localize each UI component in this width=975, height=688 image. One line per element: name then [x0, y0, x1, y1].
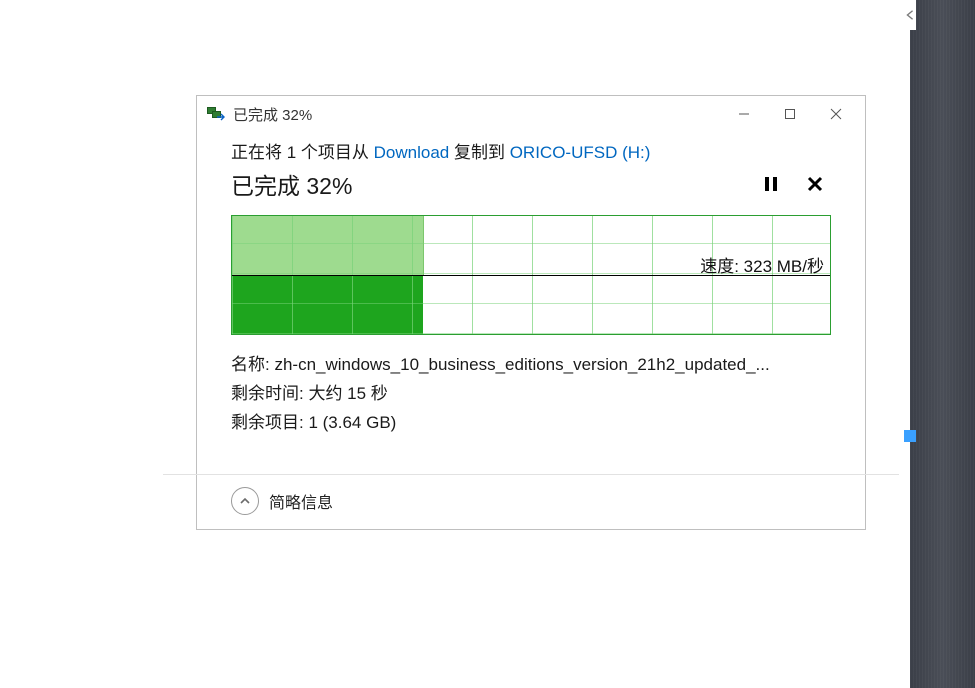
detail-time: 剩余时间: 大约 15 秒: [231, 380, 831, 409]
detail-time-label: 剩余时间:: [231, 384, 308, 403]
offscreen-blue-stub: [904, 430, 916, 442]
window-title: 已完成 32%: [233, 104, 312, 125]
maximize-button[interactable]: [767, 98, 813, 130]
copy-prefix: 正在将 1 个项目从: [231, 143, 374, 162]
detail-time-value: 大约 15 秒: [308, 384, 387, 403]
copy-mid: 复制到: [449, 143, 509, 162]
titlebar[interactable]: 已完成 32%: [197, 96, 865, 132]
footer: 简略信息: [197, 475, 865, 529]
detail-name-label: 名称:: [231, 355, 274, 374]
chevron-up-icon: [239, 495, 251, 507]
source-folder-link[interactable]: Download: [374, 143, 450, 162]
progress-controls: [761, 174, 831, 194]
pause-button[interactable]: [761, 174, 781, 194]
minimize-button[interactable]: [721, 98, 767, 130]
detail-name-value: zh-cn_windows_10_business_editions_versi…: [274, 355, 769, 374]
copy-progress-dialog: 已完成 32% 正在将 1 个项目从 Download 复制到 ORICO-UF…: [196, 95, 866, 530]
detail-items: 剩余项目: 1 (3.64 GB): [231, 409, 831, 438]
details-toggle-label[interactable]: 简略信息: [269, 489, 333, 513]
collapse-details-button[interactable]: [231, 487, 259, 515]
speed-label: 速度: 323 MB/秒: [700, 252, 824, 277]
detail-name: 名称: zh-cn_windows_10_business_editions_v…: [231, 351, 831, 380]
dialog-body: 正在将 1 个项目从 Download 复制到 ORICO-UFSD (H:) …: [197, 132, 865, 456]
background-texture: [910, 0, 975, 688]
details-block: 名称: zh-cn_windows_10_business_editions_v…: [231, 351, 831, 438]
detail-items-value: 1 (3.64 GB): [308, 413, 396, 432]
copy-description: 正在将 1 个项目从 Download 复制到 ORICO-UFSD (H:): [231, 138, 831, 163]
detail-items-label: 剩余项目:: [231, 413, 308, 432]
offscreen-arrow-stub: [904, 0, 916, 30]
page-background-strip: [910, 0, 975, 688]
dest-folder-link[interactable]: ORICO-UFSD (H:): [510, 143, 651, 162]
progress-status-text: 已完成 32%: [231, 167, 352, 201]
status-row: 已完成 32%: [231, 167, 831, 201]
copy-operation-icon: [207, 107, 225, 121]
close-button[interactable]: [813, 98, 859, 130]
cancel-button[interactable]: [805, 174, 825, 194]
throughput-chart: 速度: 323 MB/秒: [231, 215, 831, 335]
